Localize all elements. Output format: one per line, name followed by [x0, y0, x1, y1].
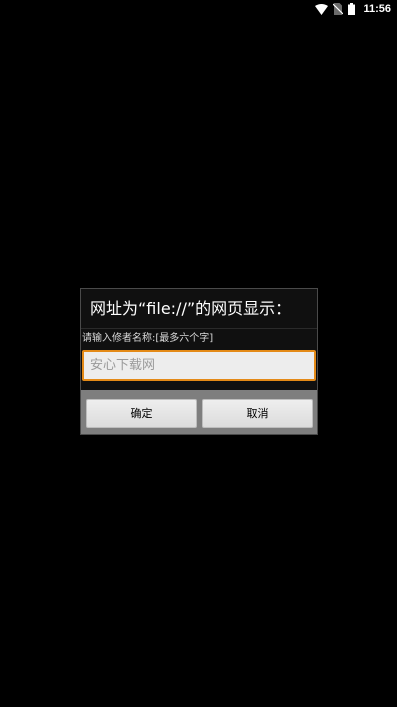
ok-button[interactable]: 确定 — [86, 399, 197, 428]
dialog-title: 网址为“file://”的网页显示： — [90, 299, 292, 318]
cancel-button[interactable]: 取消 — [202, 399, 313, 428]
no-sim-icon — [333, 3, 344, 15]
status-bar: 11:56 — [0, 0, 397, 18]
wifi-icon — [315, 3, 329, 15]
status-time: 11:56 — [363, 3, 391, 15]
title-divider — [81, 328, 317, 329]
screen: 11:56 网址为“file://”的网页显示： 请输入修者名称:[最多六个字]… — [0, 0, 397, 707]
prompt-input[interactable] — [82, 350, 316, 381]
dialog-button-bar: 确定 取消 — [81, 390, 317, 434]
battery-icon — [348, 3, 356, 15]
dialog-message: 请输入修者名称:[最多六个字] — [82, 333, 214, 344]
status-icons: 11:56 — [315, 2, 391, 16]
prompt-dialog: 网址为“file://”的网页显示： 请输入修者名称:[最多六个字] 确定 取消 — [80, 288, 318, 435]
